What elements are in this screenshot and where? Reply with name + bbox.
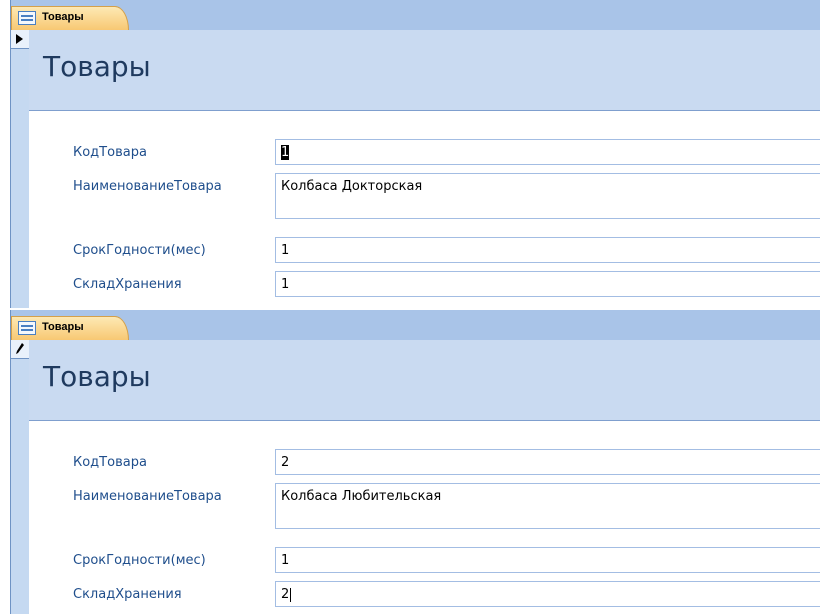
label-srok-godnosti: СрокГодности(мес) [73,243,206,258]
sklad-hraneniya-value: 2 [281,587,290,602]
naimenovanie-tovara-input[interactable]: Колбаса Докторская [275,173,820,219]
label-srok-godnosti: СрокГодности(мес) [73,553,206,568]
form-header: Товары [29,340,820,420]
form-icon [18,321,36,335]
srok-godnosti-input[interactable]: 1 [275,547,820,573]
record-selector-bar[interactable] [10,340,30,614]
form-window-1: Товары Товары КодТовара 1 НаименованиеТо… [0,0,820,308]
srok-godnosti-value: 1 [281,553,290,568]
editing-pencil-icon [16,343,24,354]
label-sklad-hraneniya: СкладХранения [73,277,182,292]
form-detail: КодТовара 2 НаименованиеТовара Колбаса Л… [29,420,820,614]
kod-tovara-input[interactable]: 2 [275,449,820,475]
naimenovanie-tovara-value: Колбаса Докторская [281,179,423,194]
document-tab-strip: Товары [10,0,820,30]
label-naimenovanie-tovara: НаименованиеТовара [73,179,222,194]
label-naimenovanie-tovara: НаименованиеТовара [73,489,222,504]
current-record-marker[interactable] [11,30,29,49]
current-record-arrow-icon [16,34,23,44]
label-kod-tovara: КодТовара [73,145,147,160]
kod-tovara-value: 2 [281,455,290,470]
naimenovanie-tovara-value: Колбаса Любительская [281,489,442,504]
kod-tovara-value: 1 [281,145,290,160]
naimenovanie-tovara-input[interactable]: Колбаса Любительская [275,483,820,529]
form-icon [18,11,36,25]
sklad-hraneniya-combo[interactable]: 1 [275,271,820,297]
form-detail: КодТовара 1 НаименованиеТовара Колбаса Д… [29,110,820,308]
label-sklad-hraneniya: СкладХранения [73,587,182,602]
kod-tovara-input[interactable]: 1 [275,139,820,165]
form-title: Товары [43,50,151,83]
sklad-hraneniya-combo[interactable]: 2 [275,581,820,607]
form-header: Товары [29,30,820,110]
label-kod-tovara: КодТовара [73,455,147,470]
tab-label: Товары [42,11,84,23]
form-window-2: Товары Товары КодТовара 2 НаименованиеТо… [0,310,820,614]
srok-godnosti-value: 1 [281,243,290,258]
record-selector-bar[interactable] [10,30,30,308]
form-title: Товары [43,360,151,393]
text-caret [290,587,292,602]
document-tab-strip: Товары [10,310,820,340]
srok-godnosti-input[interactable]: 1 [275,237,820,263]
sklad-hraneniya-value: 1 [281,277,290,292]
tab-label: Товары [42,321,84,333]
document-tab-tovary[interactable]: Товары [11,6,129,30]
document-tab-tovary[interactable]: Товары [11,316,129,340]
current-record-marker[interactable] [11,340,29,359]
